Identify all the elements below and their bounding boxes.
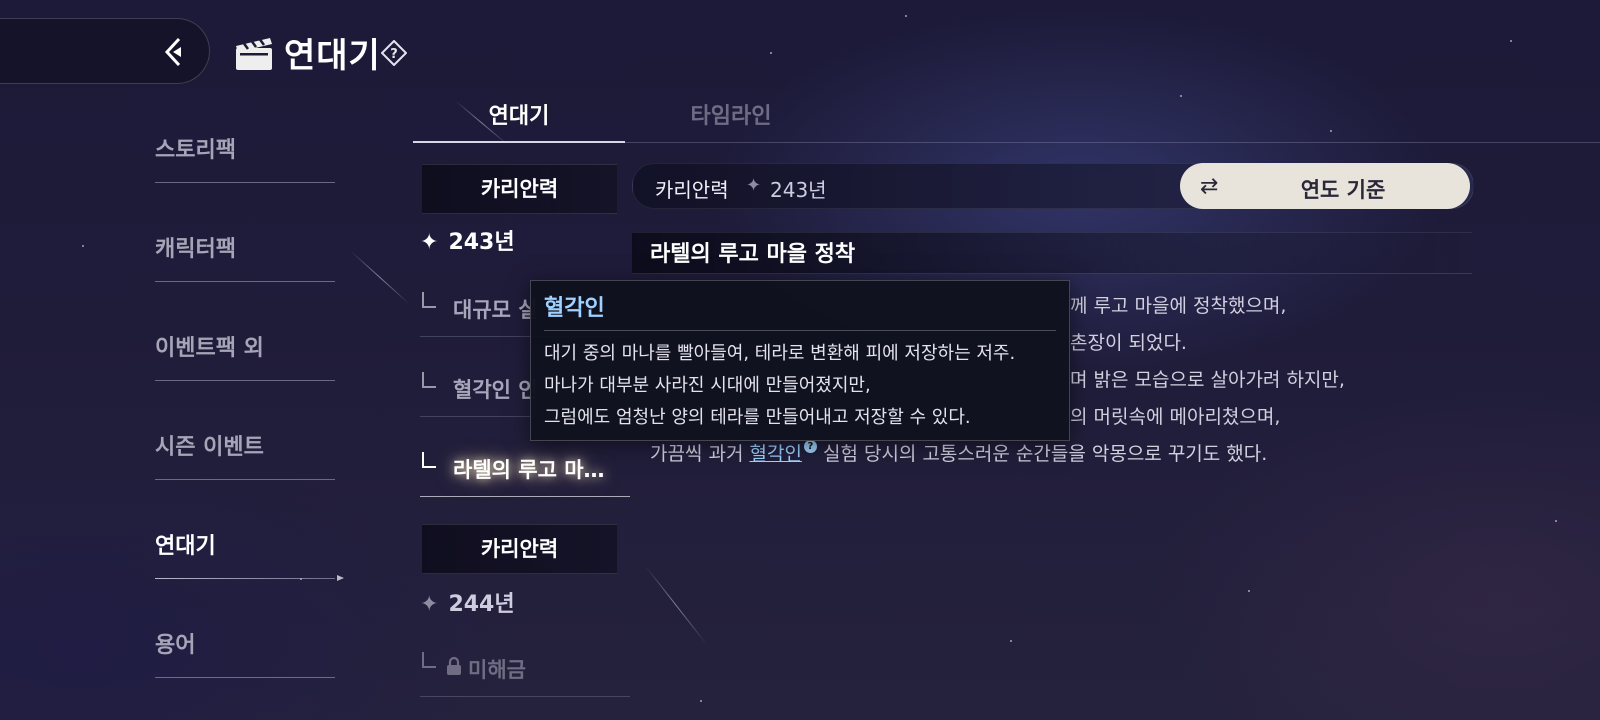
keyword-help-icon: ? — [803, 440, 817, 453]
sidebar-item-chronicle[interactable]: 연대기 — [155, 528, 344, 588]
sidebar-item-season-event[interactable]: 시즌 이벤트 — [155, 429, 335, 489]
branch-icon — [422, 292, 436, 308]
tab-chronicle[interactable]: 연대기 — [413, 98, 625, 138]
branch-icon — [422, 652, 436, 668]
sidebar-item-label: 용어 — [155, 633, 196, 658]
paragraph-line: 며 밝은 모습으로 살아가려 하지만, — [1070, 369, 1345, 391]
breadcrumb-year: 243년 — [770, 178, 827, 202]
page-title: 연대기 — [284, 36, 381, 76]
paragraph-line: 의 머릿속에 메아리쳤으며, — [1070, 406, 1281, 428]
year-label: ✦ 244년 — [420, 586, 515, 618]
sidebar-divider — [155, 380, 335, 381]
sidebar-divider — [155, 578, 335, 579]
sidebar-item-event-pack[interactable]: 이벤트팩 외 — [155, 330, 335, 390]
sidebar-item-label: 스토리팩 — [155, 138, 236, 163]
sort-button-label: 연도 기준 — [1300, 178, 1386, 202]
sidebar-item-label: 이벤트팩 외 — [155, 336, 264, 361]
tab-timeline[interactable]: 타임라인 — [625, 98, 837, 138]
sidebar-item-label: 시즌 이벤트 — [155, 435, 264, 460]
list-item-selected[interactable]: 라텔의 루고 마… — [420, 450, 630, 497]
lock-icon — [447, 656, 461, 675]
sidebar-item-label: 캐릭터팩 — [155, 237, 236, 262]
sidebar-item-glossary[interactable]: 용어 — [155, 627, 335, 687]
back-arrow-icon — [164, 37, 181, 67]
year-text: 244년 — [448, 592, 515, 617]
era-header: 카리안력 — [422, 164, 617, 214]
tooltip-title: 혈각인 — [544, 296, 605, 321]
paragraph-line: 께 루고 마을에 정착했으며, — [1070, 295, 1287, 317]
branch-icon — [422, 372, 436, 388]
paragraph-line: 촌장이 되었다. — [1070, 332, 1187, 354]
keyword-tooltip: 혈각인 대기 중의 마나를 빨아들여, 테라로 변환해 피에 저장하는 저주. … — [530, 280, 1070, 441]
tooltip-divider — [544, 330, 1056, 331]
list-item-title: 혈각인 인 — [453, 378, 538, 402]
active-indicator — [337, 575, 344, 581]
sidebar-item-story-pack[interactable]: 스토리팩 — [155, 132, 335, 192]
help-icon[interactable]: ? — [381, 40, 407, 66]
sparkle-icon: ✦ — [746, 175, 762, 196]
sidebar-divider — [155, 479, 335, 480]
paragraph-text: 실험 당시의 고통스러운 순간들을 악몽으로 꾸기도 했다. — [816, 443, 1268, 465]
keyword-link[interactable]: 혈각인 — [749, 443, 801, 465]
clapperboard-icon — [236, 38, 272, 70]
svg-text:?: ? — [390, 47, 398, 62]
list-item-locked[interactable]: 미해금 — [420, 650, 630, 697]
sparkle-icon: ✦ — [420, 592, 439, 617]
sidebar-item-character-pack[interactable]: 캐릭터팩 — [155, 231, 335, 291]
entry-title: 라텔의 루고 마을 정착 — [650, 242, 856, 267]
back-button[interactable] — [0, 18, 210, 84]
tooltip-text: 마나가 대부분 사라진 시대에 만들어졌지만, — [544, 375, 871, 396]
sparkle-icon: ✦ — [420, 230, 439, 255]
sidebar-divider — [155, 677, 335, 678]
sidebar-divider — [155, 182, 335, 183]
sidebar-item-label: 연대기 — [155, 534, 216, 559]
list-item-title: 미해금 — [468, 658, 526, 682]
paragraph-text: 가끔씩 과거 — [650, 443, 750, 465]
tooltip-text: 그럼에도 엄청난 양의 테라를 만들어내고 저장할 수 있다. — [544, 407, 971, 428]
year-label: ✦ 243년 — [420, 224, 515, 256]
sidebar-divider — [155, 281, 335, 282]
paragraph-line: 가끔씩 과거 혈각인? 실험 당시의 고통스러운 순간들을 악몽으로 꾸기도 했… — [650, 439, 1267, 466]
era-header: 카리안력 — [422, 524, 617, 574]
year-text: 243년 — [448, 230, 515, 255]
tab-active-underline — [413, 141, 625, 143]
branch-icon — [422, 452, 436, 468]
list-divider — [420, 496, 630, 497]
list-item-title: 라텔의 루고 마… — [453, 458, 605, 482]
list-divider — [420, 696, 630, 697]
tooltip-text: 대기 중의 마나를 빨아들여, 테라로 변환해 피에 저장하는 저주. — [544, 343, 1016, 364]
breadcrumb-era: 카리안력 — [655, 178, 729, 202]
sort-by-year-button[interactable]: ⇄ 연도 기준 — [1180, 163, 1470, 209]
list-item-title: 대규모 실 — [453, 298, 538, 322]
